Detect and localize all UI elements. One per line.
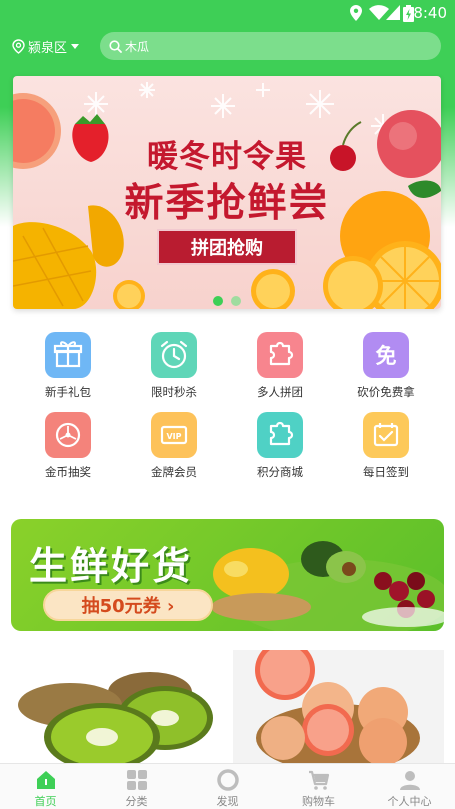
user-icon <box>399 771 420 790</box>
carousel-dot[interactable] <box>213 296 223 306</box>
location-pin-icon <box>350 5 362 21</box>
tab-profile[interactable]: 个人中心 <box>364 764 455 809</box>
banner-carousel[interactable]: 暖冬时令果 新季抢鲜尝 拼团抢购 <box>13 76 441 309</box>
top-header: 颍泉区 木瓜 <box>0 26 455 67</box>
tab-category[interactable]: 分类 <box>91 764 182 809</box>
svg-text:免: 免 <box>376 344 397 368</box>
location-label: 颍泉区 <box>28 40 68 56</box>
tab-cart[interactable]: 购物车 <box>273 764 364 809</box>
puzzle-icon <box>257 412 303 458</box>
grid-item-flash-sale[interactable]: 限时秒杀 <box>129 332 219 400</box>
grid-item-daily-checkin[interactable]: 每日签到 <box>341 412 431 480</box>
banner-subtitle: 新季抢鲜尝 <box>124 181 330 226</box>
signal-icon <box>386 5 400 20</box>
search-icon <box>109 39 122 53</box>
grid-item-points-mall[interactable]: 积分商城 <box>235 412 325 480</box>
tab-label: 购物车 <box>302 795 335 808</box>
tab-label: 个人中心 <box>387 795 432 808</box>
calendar-check-icon <box>363 412 409 458</box>
grid-label: 金牌会员 <box>151 465 197 479</box>
grid-label: 每日签到 <box>363 465 409 479</box>
chevron-down-icon <box>71 43 80 49</box>
home-icon <box>36 771 55 789</box>
search-input[interactable]: 木瓜 <box>125 38 149 55</box>
tab-label: 发现 <box>216 795 239 808</box>
search-bar[interactable]: 木瓜 <box>100 32 441 60</box>
lottery-wheel-icon <box>45 412 91 458</box>
kiwi-image <box>18 672 213 765</box>
carousel-indicator <box>213 296 249 306</box>
grid-label: 新手礼包 <box>45 385 91 399</box>
svg-text:VIP: VIP <box>166 432 181 441</box>
category-grid-icon <box>126 770 147 790</box>
promo-coupon-button[interactable]: 抽50元券 › <box>43 589 213 621</box>
banner-title: 暖冬时令果 <box>147 139 307 175</box>
cart-icon <box>308 770 329 790</box>
group-buy-tag[interactable]: 拼团抢购 <box>157 229 297 265</box>
promo-title: 生鲜好货 <box>29 544 194 588</box>
free-icon: 免 <box>363 332 409 378</box>
product-card-kiwi[interactable] <box>10 650 222 765</box>
grid-item-bargain[interactable]: 免 砍价免费拿 <box>341 332 431 400</box>
status-time: 8:40 <box>413 4 447 22</box>
promo-banner[interactable]: 生鲜好货 抽50元券 › <box>11 519 444 631</box>
vip-card-icon: VIP <box>151 412 197 458</box>
grid-item-lottery[interactable]: 金币抽奖 <box>23 412 113 480</box>
tab-label: 首页 <box>34 795 57 808</box>
carousel-dot[interactable] <box>231 296 241 306</box>
alarm-clock-icon <box>151 332 197 378</box>
status-bar: 8:40 <box>0 0 455 26</box>
grapefruit-image <box>255 650 420 765</box>
grid-label: 限时秒杀 <box>151 385 197 399</box>
location-selector[interactable]: 颍泉区 <box>12 36 80 56</box>
grid-label: 金币抽奖 <box>45 465 91 479</box>
grid-label: 砍价免费拿 <box>357 385 415 399</box>
tab-home[interactable]: 首页 <box>0 764 91 809</box>
grid-item-newbie-gift[interactable]: 新手礼包 <box>23 332 113 400</box>
grid-label: 积分商城 <box>257 465 303 479</box>
tab-label: 分类 <box>125 795 148 808</box>
bottom-tab-bar: 首页 分类 发现 购物车 个人中心 <box>0 763 455 809</box>
grid-item-gold-member[interactable]: VIP 金牌会员 <box>129 412 219 480</box>
gift-icon <box>45 332 91 378</box>
tab-discover[interactable]: 发现 <box>182 764 273 809</box>
banner-area: 暖冬时令果 新季抢鲜尝 拼团抢购 <box>0 67 455 325</box>
puzzle-icon <box>257 332 303 378</box>
product-card-grapefruit[interactable] <box>233 650 444 765</box>
grid-item-group-buy[interactable]: 多人拼团 <box>235 332 325 400</box>
location-pin-icon <box>12 38 25 54</box>
discover-icon <box>216 769 239 791</box>
grid-label: 多人拼团 <box>257 385 303 399</box>
